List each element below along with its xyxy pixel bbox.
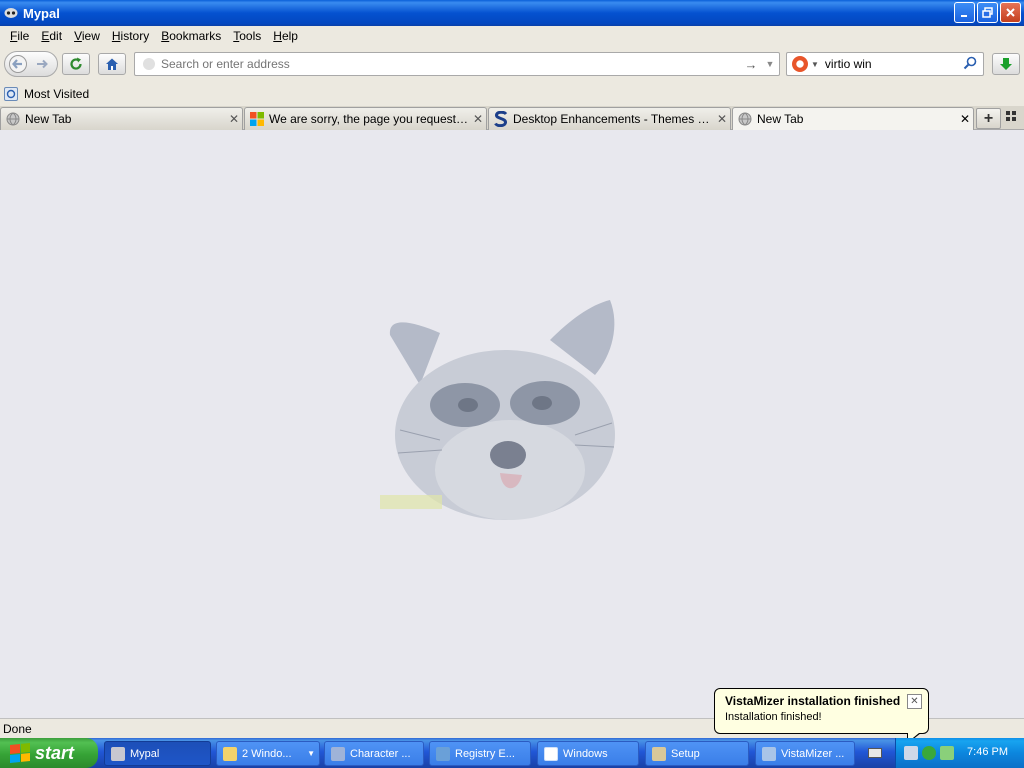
reload-icon bbox=[70, 57, 82, 70]
navigation-toolbar: → ▼ ▼ bbox=[0, 46, 1024, 82]
installer-tray-icon[interactable] bbox=[904, 746, 918, 760]
balloon-title: VistaMizer installation finished bbox=[725, 694, 901, 708]
home-button[interactable] bbox=[98, 53, 126, 75]
window-controls bbox=[954, 2, 1021, 23]
microsoft-logo-icon bbox=[249, 111, 265, 127]
tab-desktop-enhancements[interactable]: Desktop Enhancements - Themes Down... ✕ bbox=[488, 107, 731, 130]
site-identity-icon[interactable] bbox=[143, 58, 155, 70]
menu-help[interactable]: Help bbox=[267, 29, 304, 43]
home-icon bbox=[106, 58, 118, 70]
tab-sorry-page[interactable]: We are sorry, the page you requested ca.… bbox=[244, 107, 487, 130]
clock[interactable]: 7:46 PM bbox=[967, 746, 1008, 758]
keyboard-icon[interactable] bbox=[868, 748, 882, 758]
menu-file[interactable]: File bbox=[4, 29, 35, 43]
globe-icon bbox=[737, 111, 753, 127]
folder-icon bbox=[223, 746, 237, 761]
vistamizer-icon bbox=[762, 746, 776, 761]
search-engine-icon[interactable] bbox=[792, 56, 808, 72]
tab-title: New Tab bbox=[757, 112, 804, 126]
window-title: Mypal bbox=[23, 5, 60, 21]
s-logo-icon bbox=[493, 111, 509, 127]
tab-close-icon[interactable]: ✕ bbox=[470, 112, 486, 126]
forward-button[interactable] bbox=[31, 52, 53, 76]
menu-view[interactable]: View bbox=[68, 29, 106, 43]
all-tabs-icon[interactable] bbox=[1006, 111, 1020, 125]
task-vistamizer[interactable]: VistaMizer ... bbox=[755, 741, 855, 766]
task-windows[interactable]: Windows bbox=[537, 741, 639, 766]
windows-flag-icon bbox=[10, 742, 30, 764]
character-map-icon bbox=[331, 746, 345, 761]
safely-remove-tray-icon[interactable] bbox=[940, 746, 954, 760]
back-forward-group bbox=[4, 51, 58, 77]
url-bar[interactable]: → ▼ bbox=[134, 52, 780, 76]
start-label: start bbox=[35, 742, 75, 763]
url-input[interactable] bbox=[161, 57, 741, 71]
forward-arrow-icon bbox=[37, 59, 48, 69]
tab-strip: New Tab ✕ We are sorry, the page you req… bbox=[0, 106, 1024, 130]
tab-title: We are sorry, the page you requested ca.… bbox=[269, 112, 470, 126]
most-visited-bookmark[interactable]: Most Visited bbox=[24, 87, 89, 101]
url-history-dropdown-icon[interactable]: ▼ bbox=[761, 59, 779, 69]
tab-title: New Tab bbox=[25, 112, 72, 126]
task-setup[interactable]: Setup bbox=[645, 741, 749, 766]
back-button[interactable] bbox=[5, 51, 31, 77]
tab-new-tab-active[interactable]: New Tab ✕ bbox=[732, 107, 974, 130]
mypal-app-icon bbox=[111, 746, 125, 761]
tab-close-icon[interactable]: ✕ bbox=[226, 112, 242, 126]
menu-bookmarks[interactable]: Bookmarks bbox=[155, 29, 227, 43]
window-icon bbox=[544, 746, 558, 761]
close-button[interactable] bbox=[1000, 2, 1021, 23]
menu-history[interactable]: History bbox=[106, 29, 155, 43]
taskbar: start Mypal 2 Windo... ▼ Character ... R… bbox=[0, 738, 1024, 768]
task-windows-group[interactable]: 2 Windo... ▼ bbox=[216, 741, 320, 766]
tab-close-icon[interactable]: ✕ bbox=[957, 112, 973, 126]
download-arrow-icon bbox=[1000, 58, 1012, 70]
setup-icon bbox=[652, 746, 666, 761]
registry-editor-icon bbox=[436, 746, 450, 761]
search-input[interactable] bbox=[824, 57, 963, 71]
engine-dropdown-icon[interactable]: ▼ bbox=[811, 60, 819, 69]
tab-new-tab-1[interactable]: New Tab ✕ bbox=[0, 107, 243, 130]
mypal-app-icon bbox=[4, 6, 18, 20]
minimize-button[interactable] bbox=[954, 2, 975, 23]
globe-icon bbox=[5, 111, 21, 127]
task-character-map[interactable]: Character ... bbox=[324, 741, 424, 766]
status-text: Done bbox=[3, 721, 32, 736]
magnifier-icon[interactable] bbox=[963, 56, 983, 73]
back-arrow-icon bbox=[9, 55, 27, 73]
group-dropdown-icon: ▼ bbox=[307, 749, 315, 758]
go-arrow-icon[interactable]: → bbox=[741, 57, 761, 72]
new-tab-button[interactable]: + bbox=[976, 108, 1001, 129]
tab-close-icon[interactable]: ✕ bbox=[714, 112, 730, 126]
balloon-message: Installation finished! bbox=[725, 711, 822, 723]
start-button[interactable]: start bbox=[0, 738, 98, 768]
notification-balloon[interactable]: VistaMizer installation finished Install… bbox=[714, 688, 929, 744]
tab-title: Desktop Enhancements - Themes Down... bbox=[513, 112, 714, 126]
window-titlebar[interactable]: Mypal bbox=[0, 0, 1024, 26]
page-content[interactable] bbox=[0, 130, 1024, 718]
balloon-close-icon[interactable]: ✕ bbox=[907, 694, 922, 709]
raccoon-mascot-image bbox=[380, 300, 615, 520]
menu-bar: File Edit View History Bookmarks Tools H… bbox=[0, 26, 1024, 46]
task-registry-editor[interactable]: Registry E... bbox=[429, 741, 531, 766]
task-mypal[interactable]: Mypal bbox=[104, 741, 211, 766]
reload-button[interactable] bbox=[62, 53, 90, 75]
menu-tools[interactable]: Tools bbox=[227, 29, 267, 43]
network-tray-icon[interactable] bbox=[922, 746, 936, 760]
search-bar[interactable]: ▼ bbox=[786, 52, 984, 76]
system-tray: 7:46 PM bbox=[895, 738, 1024, 768]
menu-edit[interactable]: Edit bbox=[35, 29, 68, 43]
downloads-button[interactable] bbox=[992, 53, 1020, 75]
most-visited-folder-icon[interactable] bbox=[4, 87, 18, 101]
bookmarks-toolbar: Most Visited bbox=[0, 82, 1024, 106]
restore-button[interactable] bbox=[977, 2, 998, 23]
